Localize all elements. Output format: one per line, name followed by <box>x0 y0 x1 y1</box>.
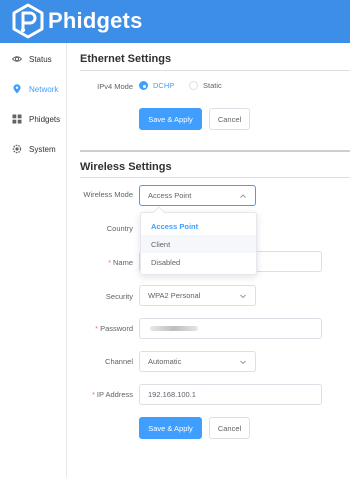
security-select[interactable]: WPA2 Personal <box>139 285 256 306</box>
sidebar-item-network[interactable]: Network <box>0 74 67 104</box>
wireless-save-apply-button[interactable]: Save & Apply <box>139 417 202 439</box>
masked-password <box>150 326 198 331</box>
main-content: Ethernet Settings IPv4 Mode DCHP Static … <box>67 43 350 477</box>
wireless-mode-select[interactable]: Access Point <box>139 185 256 206</box>
chevron-up-icon <box>239 192 247 200</box>
security-label: Security <box>105 292 133 301</box>
eye-icon <box>12 54 22 64</box>
ipv4-mode-label: IPv4 Mode <box>97 82 133 91</box>
ethernet-settings-title: Ethernet Settings <box>80 53 172 65</box>
dropdown-option-disabled[interactable]: Disabled <box>141 253 256 271</box>
channel-select[interactable]: Automatic <box>139 351 256 372</box>
phidgets-logo-icon <box>12 3 44 39</box>
dropdown-arrow <box>153 206 165 218</box>
name-label: * Name <box>67 258 133 267</box>
name-label-text: Name <box>112 258 133 267</box>
radio-label: Static <box>203 81 222 90</box>
sidebar-item-label: System <box>29 144 56 154</box>
password-label-text: Password <box>100 324 133 333</box>
radio-dchp[interactable]: DCHP <box>139 81 174 90</box>
gear-icon <box>12 144 22 154</box>
required-mark: * <box>108 258 111 267</box>
country-label: Country <box>106 224 133 233</box>
ip-address-input[interactable]: 192.168.100.1 <box>139 384 322 405</box>
wireless-cancel-button[interactable]: Cancel <box>209 417 250 439</box>
grid-icon <box>12 114 22 124</box>
chevron-down-icon <box>239 358 247 366</box>
password-label: * Password <box>67 324 133 333</box>
wireless-settings-title: Wireless Settings <box>80 161 172 173</box>
radio-circle <box>189 81 198 90</box>
security-value: WPA2 Personal <box>148 291 201 300</box>
sidebar-item-system[interactable]: System <box>0 134 67 164</box>
channel-label: Channel <box>105 357 133 366</box>
wireless-mode-dropdown: Access Point Client Disabled <box>140 206 257 275</box>
sidebar-item-label: Network <box>29 84 59 94</box>
sidebar-item-label: Phidgets <box>29 114 61 124</box>
sidebar-item-label: Status <box>29 54 52 64</box>
dropdown-option-client[interactable]: Client <box>141 235 256 253</box>
required-mark: * <box>91 390 95 399</box>
required-mark: * <box>95 324 99 333</box>
section-divider <box>80 150 350 152</box>
brand-name: Phidgets <box>48 8 143 33</box>
radio-circle <box>139 81 148 90</box>
top-bar: Phidgets <box>0 0 350 43</box>
sidebar: Status Network Phidgets System <box>0 43 67 477</box>
ethernet-cancel-button[interactable]: Cancel <box>209 108 250 130</box>
sidebar-item-phidgets[interactable]: Phidgets <box>0 104 67 134</box>
ip-address-label: * IP Address <box>67 390 133 399</box>
wireless-mode-value: Access Point <box>148 191 192 200</box>
divider <box>80 177 350 178</box>
divider <box>80 70 350 71</box>
chevron-down-icon <box>239 292 247 300</box>
sidebar-item-status[interactable]: Status <box>0 44 67 74</box>
ethernet-save-apply-button[interactable]: Save & Apply <box>139 108 202 130</box>
ip-address-value: 192.168.100.1 <box>148 390 196 399</box>
radio-label: DCHP <box>153 81 175 90</box>
ip-address-label-text: IP Address <box>96 390 133 399</box>
channel-value: Automatic <box>148 357 182 366</box>
location-pin-icon <box>12 84 22 94</box>
dropdown-option-access-point[interactable]: Access Point <box>141 217 256 235</box>
radio-static[interactable]: Static <box>189 81 222 90</box>
password-input[interactable] <box>139 318 322 339</box>
wireless-mode-label: Wireless Mode <box>83 190 133 199</box>
